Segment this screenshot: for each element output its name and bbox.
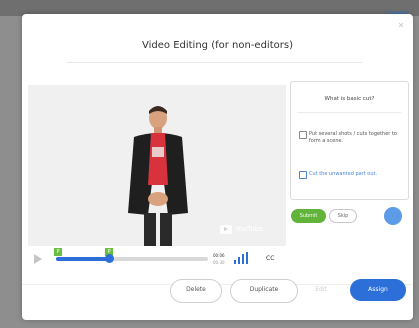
volume-icon[interactable] [234,252,248,264]
close-icon[interactable]: ✕ [395,20,407,32]
clip-start-marker[interactable]: P [54,248,62,256]
panel-divider [297,112,401,113]
video-editing-dialog: ✕ Video Editing (for non-editors) YouTub… [22,14,413,320]
action-circle-button[interactable] [384,207,402,225]
presenter-image [128,106,188,246]
answer-option[interactable]: Cut the unwanted part out. [299,171,399,185]
submit-button[interactable]: Submit [291,209,326,223]
duplicate-button[interactable]: Duplicate [230,279,298,303]
total-time: 00:30 [213,260,225,265]
current-time: 00:06 [213,253,225,258]
seek-progress [56,257,110,261]
seek-handle[interactable] [105,254,115,263]
youtube-logo: YouTube [220,223,270,235]
answer-option-label: Put several shots / cuts together to for… [309,131,397,144]
delete-button[interactable]: Delete [170,279,222,303]
question-panel: What is basic cut? Put several shots / c… [290,81,409,200]
youtube-play-icon [220,224,232,234]
skip-button[interactable]: Skip [329,209,357,223]
title-divider [66,62,362,63]
checkbox[interactable] [299,131,307,139]
answer-option[interactable]: Put several shots / cuts together to for… [299,131,399,145]
play-icon[interactable] [34,254,42,264]
seek-bar[interactable]: P P [54,248,208,263]
youtube-wordmark: YouTube [235,225,264,233]
video-player[interactable]: YouTube [28,85,286,246]
checkbox[interactable] [299,171,307,179]
assign-button[interactable]: Assign [350,279,406,301]
player-controls: P P 00:06 00:30 CC [28,246,286,276]
edit-button[interactable]: Edit [306,279,336,301]
captions-button[interactable]: CC [266,255,274,262]
question-title: What is basic cut? [324,96,375,102]
dialog-title: Video Editing (for non-editors) [142,40,293,51]
answer-option-label: Cut the unwanted part out. [309,171,378,177]
